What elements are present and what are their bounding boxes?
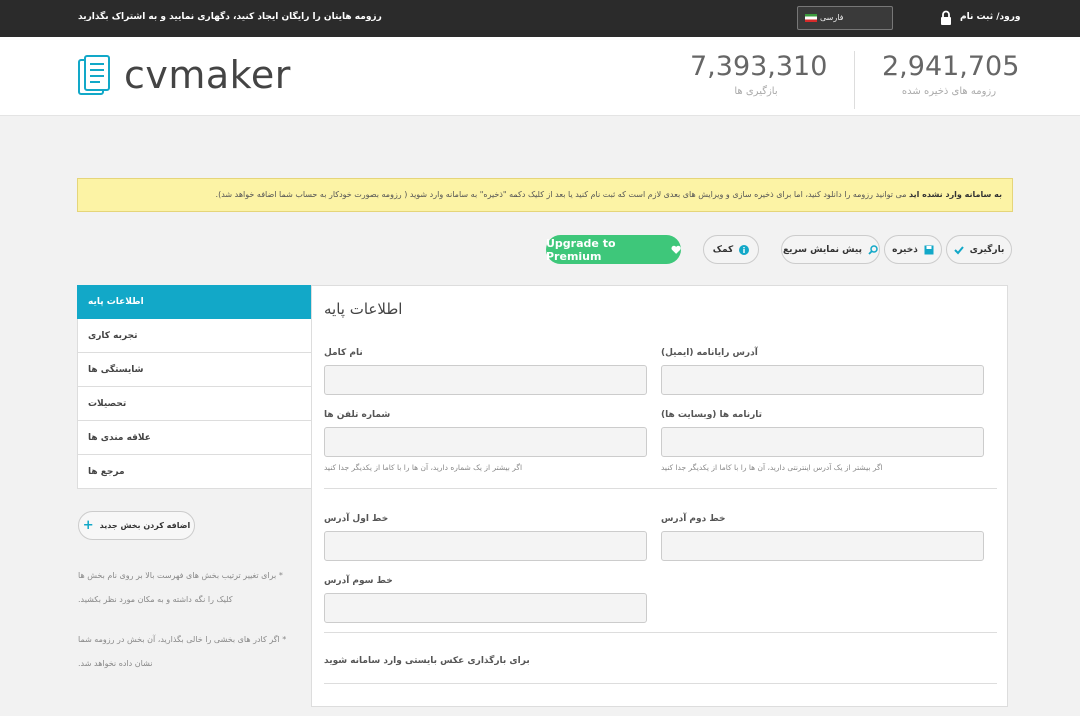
- save-button[interactable]: ذخیره: [884, 235, 942, 264]
- address3-label: خط سوم آدرس: [324, 576, 393, 586]
- premium-label: Upgrade to Premium: [546, 236, 616, 263]
- plus-icon: +: [82, 518, 94, 533]
- divider: [324, 488, 997, 489]
- empty-note-line2: نشان داده نخواهد شد.: [78, 659, 153, 668]
- checkmark-icon: [953, 245, 964, 254]
- floppy-icon: [924, 245, 934, 254]
- phone-field[interactable]: [324, 427, 647, 457]
- empty-section-note: * اگر کادر های بخشی را خالی بگذارید، آن …: [78, 628, 298, 676]
- address3-field[interactable]: [324, 593, 647, 623]
- address1-label: خط اول آدرس: [324, 514, 389, 524]
- help-label: کمک: [712, 244, 734, 255]
- address1-field[interactable]: [324, 531, 647, 561]
- basic-info-panel: اطلاعات پایه نام کامل آدرس رایانامه (ایم…: [311, 285, 1008, 707]
- sidebar-item-education[interactable]: تحصیلات: [77, 387, 313, 421]
- stat-divider: [854, 51, 855, 109]
- website-field[interactable]: [661, 427, 984, 457]
- website-label: تارنامه ها (وبسایت ها): [661, 410, 763, 420]
- saved-label: رزومه های ذخیره شده: [901, 86, 997, 97]
- tagline: رزومه هایتان را رایگان ایجاد کنید، دگهار…: [78, 12, 382, 22]
- top-bar: رزومه هایتان را رایگان ایجاد کنید، دگهار…: [0, 0, 1080, 37]
- download-button[interactable]: بارگیری: [946, 235, 1012, 264]
- panel-title: اطلاعات پایه: [324, 300, 403, 318]
- login-link[interactable]: ورود/ ثبت نام: [960, 12, 1020, 22]
- language-label: فارسی: [820, 13, 844, 22]
- empty-note-line1: * اگر کادر های بخشی را خالی بگذارید، آن …: [78, 635, 287, 644]
- notice-text: می توانید رزومه را دانلود کنید، اما برای…: [215, 190, 907, 199]
- document-icon: [78, 55, 110, 95]
- reorder-note: * برای تغییر ترتیب بخش های فهرست بالا بر…: [78, 564, 298, 612]
- email-label: آدرس رایانامه (ایمیل): [661, 348, 758, 358]
- phone-label: شماره تلفن ها: [324, 410, 391, 420]
- email-field[interactable]: [661, 365, 984, 395]
- download-label: بارگیری: [969, 244, 1005, 255]
- add-section-button[interactable]: اضافه کردن بخش جدید +: [78, 511, 195, 540]
- divider: [324, 683, 997, 684]
- flag-icon: [805, 14, 817, 22]
- downloads-count: 7,393,310: [690, 51, 828, 82]
- sidebar-item-work-experience[interactable]: تجربه کاری: [77, 319, 313, 353]
- lock-icon: [941, 10, 951, 25]
- address2-label: خط دوم آدرس: [661, 514, 726, 524]
- section-sidebar: اطلاعات پایه تجربه کاری شایستگی ها تحصیل…: [77, 285, 313, 489]
- help-button[interactable]: کمک: [703, 235, 759, 264]
- add-section-label: اضافه کردن بخش جدید: [99, 521, 191, 530]
- sidebar-item-references[interactable]: مرجع ها: [77, 455, 313, 489]
- header: cvmaker 7,393,310 بازگیری ها 2,941,705 ر…: [0, 37, 1080, 116]
- notice-bold: به سامانه وارد نشده اید: [909, 190, 1002, 199]
- saved-stat: 2,941,705 رزومه های ذخیره شده: [882, 51, 1020, 97]
- login-notice: به سامانه وارد نشده اید می توانید رزومه …: [77, 178, 1013, 212]
- saved-count: 2,941,705: [882, 51, 1020, 82]
- sidebar-item-skills[interactable]: شایستگی ها: [77, 353, 313, 387]
- save-label: ذخیره: [892, 244, 918, 255]
- downloads-stat: 7,393,310 بازگیری ها: [690, 51, 828, 97]
- full-name-field[interactable]: [324, 365, 647, 395]
- heart-icon: [671, 245, 681, 254]
- photo-login-note: برای بارگذاری عکس بایستی وارد سامانه شوی…: [324, 656, 530, 666]
- upgrade-premium-button[interactable]: Upgrade to Premium: [546, 235, 681, 264]
- sidebar-item-basic-info[interactable]: اطلاعات پایه: [77, 285, 313, 319]
- logo-text[interactable]: cvmaker: [124, 53, 291, 97]
- website-hint: اگر بیشتر از یک آدرس اینترنتی دارید، آن …: [661, 463, 883, 472]
- info-icon: [739, 244, 750, 255]
- language-select[interactable]: فارسی: [797, 6, 893, 30]
- phone-hint: اگر بیشتر از یک شماره دارید، آن ها را با…: [324, 463, 523, 472]
- sidebar-item-interests[interactable]: علاقه مندی ها: [77, 421, 313, 455]
- preview-label: پیش نمایش سریع: [783, 244, 862, 255]
- reorder-note-line2: کلیک را نگه داشته و به مکان مورد نظر بکش…: [78, 595, 233, 604]
- quick-preview-button[interactable]: پیش نمایش سریع: [781, 235, 880, 264]
- full-name-label: نام کامل: [324, 348, 363, 358]
- downloads-label: بازگیری ها: [734, 86, 778, 97]
- address2-field[interactable]: [661, 531, 984, 561]
- search-icon: [868, 244, 878, 255]
- divider: [324, 632, 997, 633]
- reorder-note-line1: * برای تغییر ترتیب بخش های فهرست بالا بر…: [78, 571, 283, 580]
